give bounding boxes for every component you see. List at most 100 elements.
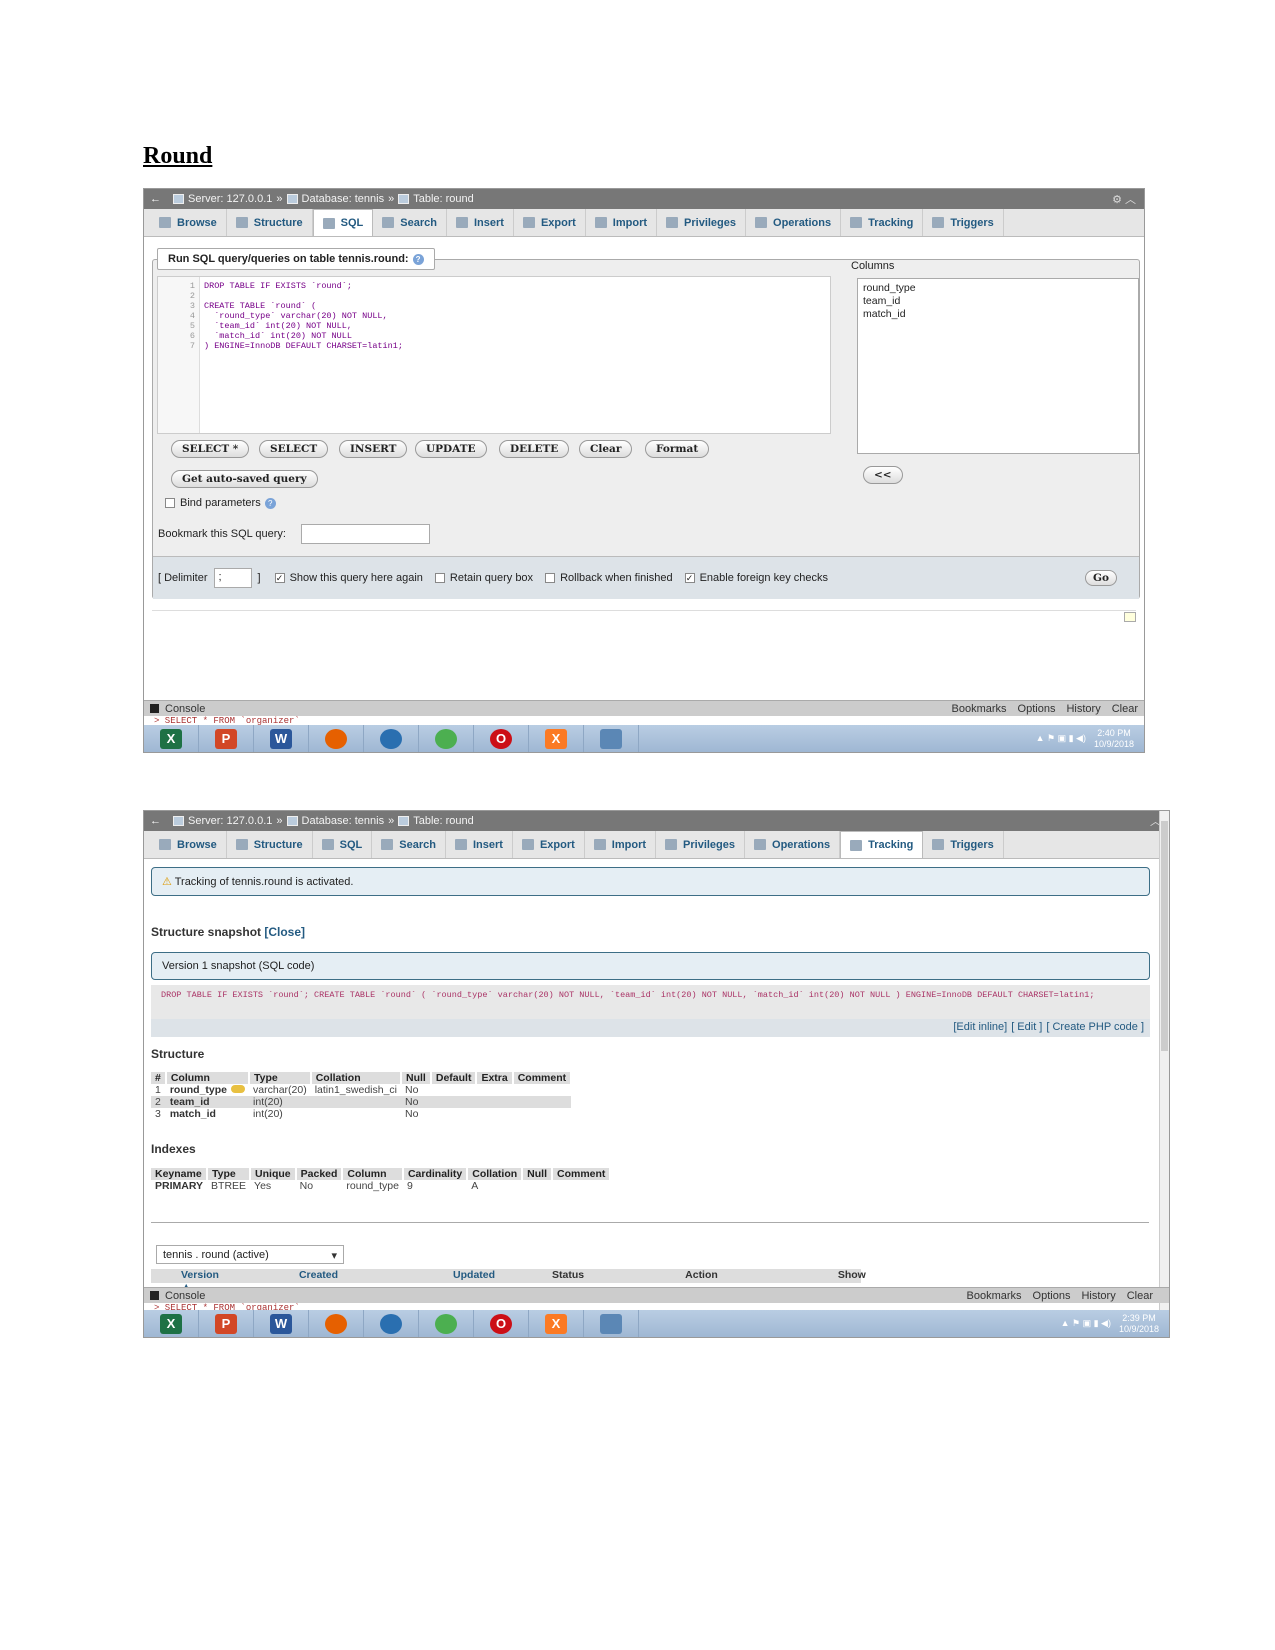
go-button[interactable]: Go [1085, 570, 1117, 586]
back-arrow-icon[interactable]: ← [150, 193, 161, 205]
version-header-created[interactable]: Created [299, 1269, 338, 1283]
tab-operations[interactable]: Operations [746, 209, 842, 236]
version-header-updated[interactable]: Updated [453, 1269, 495, 1283]
option-retain-query-box[interactable]: Retain query box [434, 572, 533, 584]
version-header-action[interactable]: Action [685, 1269, 718, 1283]
tab-privileges[interactable]: Privileges [657, 209, 747, 236]
checkbox[interactable] [545, 573, 556, 584]
taskbar-opera[interactable]: O [474, 1310, 529, 1337]
taskbar-xampp[interactable]: X [529, 1310, 584, 1337]
option-enable-foreign-key-checks[interactable]: ✓ Enable foreign key checks [684, 572, 828, 584]
checkbox[interactable]: ✓ [684, 573, 695, 584]
taskbar-word[interactable]: W [254, 725, 309, 752]
taskbar-word[interactable]: W [254, 1310, 309, 1337]
console-history-link[interactable]: History [1081, 1290, 1115, 1302]
help-icon[interactable]: ? [412, 254, 424, 265]
taskbar-firefox[interactable] [309, 725, 364, 752]
option-show-this-query-here-again[interactable]: ✓ Show this query here again [274, 572, 423, 584]
get-auto-saved-query-button[interactable]: Get auto-saved query [171, 470, 318, 488]
tab-browse[interactable]: Browse [150, 209, 227, 236]
breadcrumb-table[interactable]: Table: round [413, 193, 474, 205]
tab-triggers[interactable]: Triggers [923, 831, 1004, 858]
tab-export[interactable]: Export [513, 831, 585, 858]
sql-editor[interactable]: 1234567 DROP TABLE IF EXISTS `round`; CRE… [157, 276, 831, 434]
checkbox[interactable]: ✓ [274, 573, 285, 584]
console-toggle[interactable]: Console [165, 703, 205, 715]
tab-triggers[interactable]: Triggers [923, 209, 1004, 236]
tab-import[interactable]: Import [585, 831, 657, 858]
delete-button[interactable]: DELETE [499, 440, 570, 458]
tab-structure[interactable]: Structure [227, 209, 313, 236]
taskbar-opera[interactable]: O [474, 725, 529, 752]
taskbar-chrome[interactable] [419, 725, 474, 752]
console-bookmarks-link[interactable]: Bookmarks [967, 1290, 1022, 1302]
columns-list[interactable]: round_type team_id match_id [857, 278, 1139, 454]
tray-icons[interactable]: ▲ ⚑ ▣ ▮ ◀) [1036, 733, 1086, 744]
option-rollback-when-finished[interactable]: Rollback when finished [545, 572, 673, 584]
tab-search[interactable]: Search [373, 209, 447, 236]
bind-parameters-checkbox[interactable] [165, 498, 175, 509]
tab-structure[interactable]: Structure [227, 831, 313, 858]
tab-insert[interactable]: Insert [446, 831, 513, 858]
column-item[interactable]: round_type [863, 282, 1133, 295]
help-icon[interactable]: ? [264, 498, 276, 509]
tab-browse[interactable]: Browse [150, 831, 227, 858]
gear-icon[interactable]: ⚙ ︿ [1112, 191, 1136, 207]
breadcrumb-server[interactable]: Server: 127.0.0.1 [188, 815, 272, 827]
update-button[interactable]: UPDATE [415, 440, 487, 458]
tab-insert[interactable]: Insert [447, 209, 514, 236]
tab-operations[interactable]: Operations [745, 831, 841, 858]
tab-tracking[interactable]: Tracking [840, 831, 924, 858]
table-select[interactable]: tennis . round (active) ▾ [156, 1245, 344, 1264]
taskbar-chrome[interactable] [419, 1310, 474, 1337]
create-php-code-link[interactable]: [ Create PHP code ] [1046, 1021, 1144, 1033]
bookmark-input[interactable] [301, 524, 430, 544]
checkbox[interactable] [434, 573, 445, 584]
version-header-version[interactable]: Version ▲ [181, 1269, 219, 1293]
clock[interactable]: 2:39 PM 10/9/2018 [1119, 1313, 1159, 1335]
tab-export[interactable]: Export [514, 209, 586, 236]
delimiter-input[interactable]: ; [213, 568, 252, 588]
console-bookmarks-link[interactable]: Bookmarks [952, 703, 1007, 715]
edit-link[interactable]: [ Edit ] [1011, 1021, 1042, 1033]
version-header-status[interactable]: Status [552, 1269, 584, 1283]
tab-import[interactable]: Import [586, 209, 658, 236]
taskbar-excel[interactable]: X [144, 1310, 199, 1337]
tab-search[interactable]: Search [372, 831, 446, 858]
taskbar-thunderbird[interactable] [364, 1310, 419, 1337]
taskbar-window[interactable] [584, 1310, 639, 1337]
taskbar-thunderbird[interactable] [364, 725, 419, 752]
close-link[interactable]: [Close] [264, 925, 305, 939]
taskbar-window[interactable] [584, 725, 639, 752]
taskbar-xampp[interactable]: X [529, 725, 584, 752]
console-clear-link[interactable]: Clear [1127, 1290, 1153, 1302]
tray-icons[interactable]: ▲ ⚑ ▣ ▮ ◀) [1061, 1318, 1111, 1329]
column-item[interactable]: team_id [863, 295, 1133, 308]
taskbar-powerpoint[interactable]: P [199, 725, 254, 752]
breadcrumb-database[interactable]: Database: tennis [302, 815, 385, 827]
console-options-link[interactable]: Options [1033, 1290, 1071, 1302]
insert-button[interactable]: INSERT [339, 440, 408, 458]
console-toggle[interactable]: Console [165, 1290, 205, 1302]
insert-column-button[interactable]: << [863, 466, 903, 484]
back-arrow-icon[interactable]: ← [150, 815, 161, 827]
column-item[interactable]: match_id [863, 308, 1133, 321]
chevron-down-icon[interactable]: ▾ [331, 1249, 337, 1262]
tab-sql[interactable]: SQL [312, 209, 374, 236]
taskbar-excel[interactable]: X [144, 725, 199, 752]
tab-tracking[interactable]: Tracking [841, 209, 924, 236]
edit-inline-link[interactable]: [Edit inline] [953, 1021, 1007, 1033]
bind-parameters[interactable]: Bind parameters? [165, 497, 276, 509]
format-button[interactable]: Format [645, 440, 710, 458]
taskbar-firefox[interactable] [309, 1310, 364, 1337]
console-history-link[interactable]: History [1066, 703, 1100, 715]
console-clear-link[interactable]: Clear [1112, 703, 1138, 715]
clear-button[interactable]: Clear [579, 440, 633, 458]
tab-privileges[interactable]: Privileges [656, 831, 746, 858]
select-button[interactable]: SELECT [259, 440, 329, 458]
breadcrumb-table[interactable]: Table: round [413, 815, 474, 827]
scrollbar[interactable] [1159, 811, 1169, 1311]
note-icon[interactable] [1124, 612, 1136, 622]
clock[interactable]: 2:40 PM 10/9/2018 [1094, 728, 1134, 750]
version-header-show[interactable]: Show [838, 1269, 866, 1283]
